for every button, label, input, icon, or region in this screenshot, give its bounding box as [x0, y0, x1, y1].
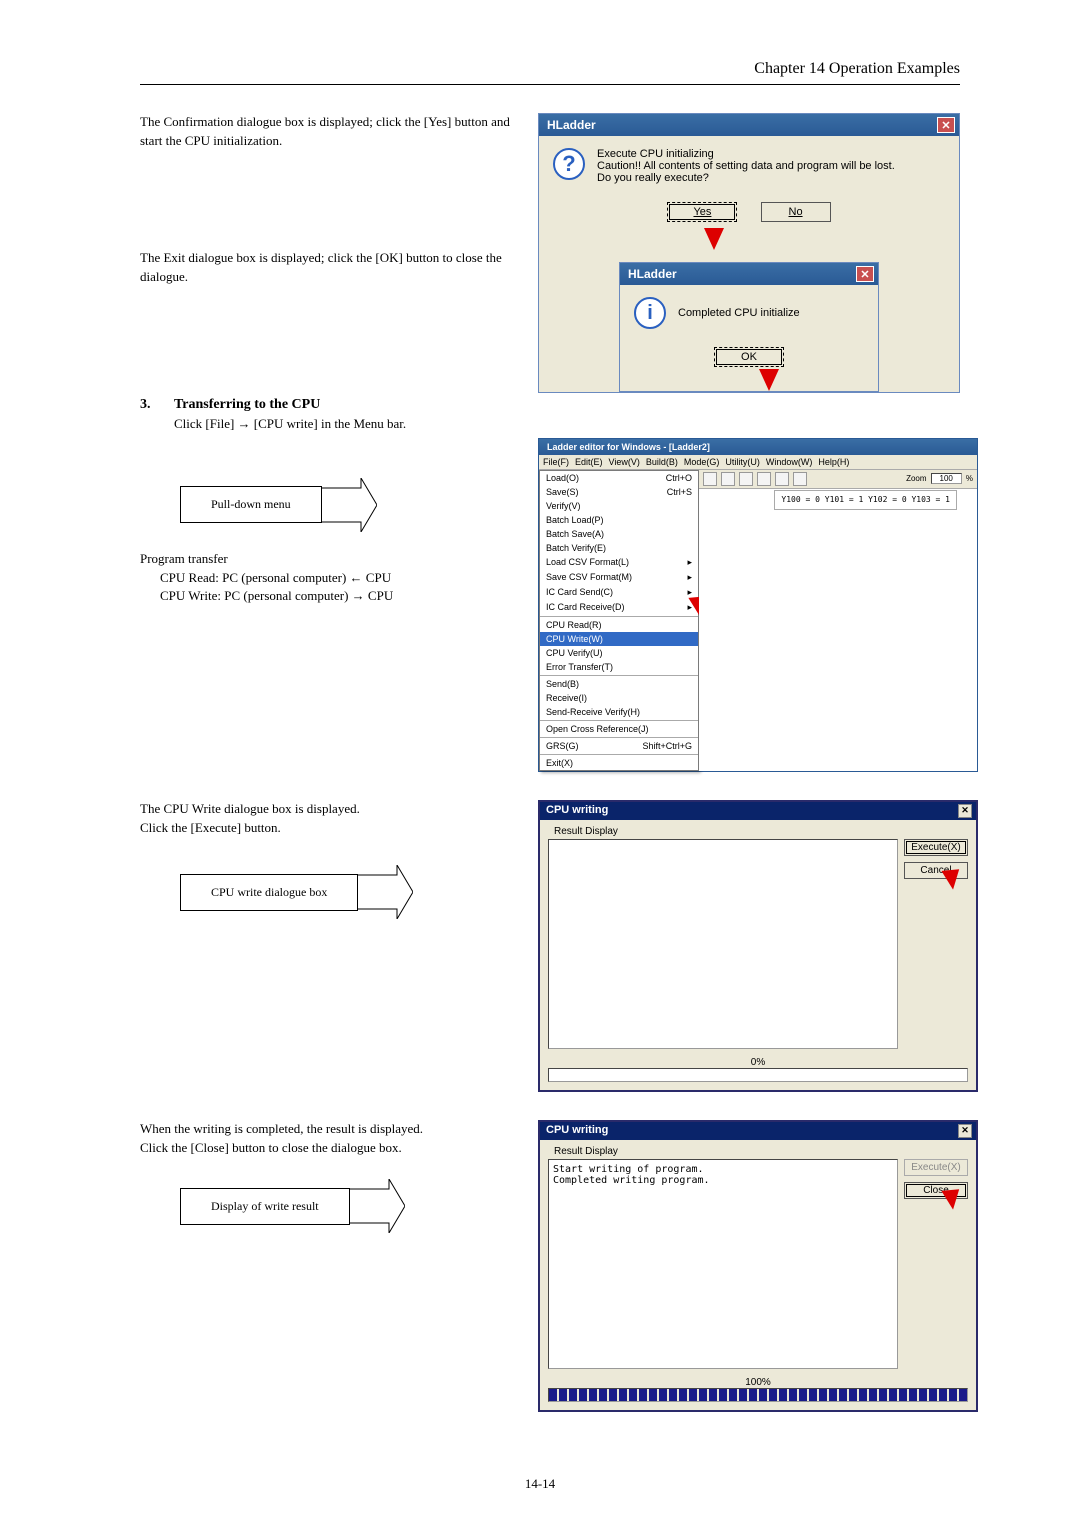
- pointer-icon: [321, 478, 377, 532]
- question-icon: ?: [553, 148, 585, 180]
- done-msg: Completed CPU initialize: [678, 307, 800, 319]
- execute-button: Execute(X): [904, 1159, 968, 1176]
- close-icon[interactable]: ✕: [958, 804, 972, 818]
- cpu-writing-dialog: CPU writing ✕ Result Display Execute(X) …: [538, 800, 978, 1092]
- para-cpu-write-b: Click the [Execute] button.: [140, 819, 520, 838]
- arrow-icon: [759, 369, 779, 391]
- pointer-icon: [357, 865, 413, 919]
- program-transfer-line: CPU Write: PC (personal computer) → CPU: [140, 587, 520, 606]
- dialog-title: HLadder: [547, 118, 596, 132]
- menu-item: CPU Verify(U): [540, 646, 698, 660]
- progress-bar: [548, 1068, 968, 1082]
- menu-item: Batch Verify(E): [540, 541, 698, 555]
- file-menu[interactable]: Load(O)Ctrl+O Save(S)Ctrl+S Verify(V) Ba…: [539, 470, 699, 771]
- yes-button[interactable]: Yes: [667, 202, 737, 222]
- progress-label: 0%: [548, 1057, 968, 1068]
- step-body: Click [File] → [CPU write] in the Menu b…: [174, 416, 406, 432]
- menu-item: Load CSV Format(L)▸: [540, 555, 698, 570]
- program-transfer-line: CPU Read: PC (personal computer) ← CPU: [140, 569, 520, 588]
- menu-item: Save CSV Format(M)▸: [540, 570, 698, 585]
- cursor-icon: [944, 1191, 968, 1219]
- menu-item: Save(S)Ctrl+S: [540, 485, 698, 499]
- app-title: Ladder editor for Windows - [Ladder2]: [547, 442, 710, 452]
- confirm-line2: Caution!! All contents of setting data a…: [597, 160, 895, 172]
- execute-button[interactable]: Execute(X): [904, 839, 968, 856]
- ok-button[interactable]: OK: [714, 347, 784, 367]
- para-write-done-b: Click the [Close] button to close the di…: [140, 1139, 520, 1158]
- callout-pulldown: Pull-down menu: [180, 486, 322, 523]
- tab-result[interactable]: Result Display: [548, 1144, 968, 1159]
- menu-item-cpu-write: CPU Write(W): [540, 632, 698, 646]
- callout-write-result: Display of write result: [180, 1188, 350, 1225]
- step-number: 3.: [140, 397, 156, 432]
- menu-item: Send-Receive Verify(H): [540, 705, 698, 719]
- ladder-editor-window: Ladder editor for Windows - [Ladder2] Fi…: [538, 438, 978, 772]
- cpu-writing-dialog-done: CPU writing ✕ Result Display Start writi…: [538, 1120, 978, 1412]
- confirm-line3: Do you really execute?: [597, 172, 895, 184]
- result-area: [548, 839, 898, 1049]
- program-transfer-heading: Program transfer: [140, 550, 520, 569]
- info-icon: i: [634, 297, 666, 329]
- para-cpu-write-a: The CPU Write dialogue box is displayed.: [140, 800, 520, 819]
- menu-item: Verify(V): [540, 499, 698, 513]
- dialog-title: CPU writing: [546, 1124, 608, 1138]
- callout-cpu-write: CPU write dialogue box: [180, 874, 358, 911]
- ladder-values: Y100 = 0 Y101 = 1 Y102 = 0 Y103 = 1: [774, 490, 957, 510]
- tab-result[interactable]: Result Display: [548, 824, 968, 839]
- arrow-icon: [704, 228, 724, 250]
- menu-item: Load(O)Ctrl+O: [540, 471, 698, 485]
- menu-item: CPU Read(R): [540, 618, 698, 632]
- no-button[interactable]: No: [761, 202, 831, 222]
- result-area: Start writing of program. Completed writ…: [548, 1159, 898, 1369]
- menubar[interactable]: File(F)Edit(E)View(V)Build(B)Mode(G)Util…: [539, 455, 977, 470]
- cursor-icon: [944, 871, 968, 899]
- close-icon[interactable]: ✕: [958, 1124, 972, 1138]
- menu-item: Send(B): [540, 677, 698, 691]
- menu-item: IC Card Receive(D)▸: [540, 600, 698, 615]
- menu-item: Batch Save(A): [540, 527, 698, 541]
- para-exit: The Exit dialogue box is displayed; clic…: [140, 249, 520, 287]
- close-icon[interactable]: ✕: [937, 117, 955, 133]
- menu-item: Open Cross Reference(J): [540, 722, 698, 736]
- chapter-header: Chapter 14 Operation Examples: [140, 60, 960, 85]
- confirm-line1: Execute CPU initializing: [597, 148, 895, 160]
- progress-bar: [548, 1388, 968, 1402]
- toolbar[interactable]: Zoom 100 %: [699, 470, 977, 489]
- progress-label: 100%: [548, 1377, 968, 1388]
- menu-item: GRS(G)Shift+Ctrl+G: [540, 739, 698, 753]
- dialog-title: CPU writing: [546, 804, 608, 818]
- menu-item: Exit(X): [540, 756, 698, 770]
- menu-item: Error Transfer(T): [540, 660, 698, 674]
- para-write-done-a: When the writing is completed, the resul…: [140, 1120, 520, 1139]
- menu-item: Batch Load(P): [540, 513, 698, 527]
- para-confirm: The Confirmation dialogue box is display…: [140, 113, 520, 151]
- page-number: 14-14: [0, 1476, 1080, 1492]
- menu-item: Receive(I): [540, 691, 698, 705]
- step-title: Transferring to the CPU: [174, 397, 406, 413]
- menu-item: IC Card Send(C)▸: [540, 585, 698, 600]
- pointer-icon: [349, 1179, 405, 1233]
